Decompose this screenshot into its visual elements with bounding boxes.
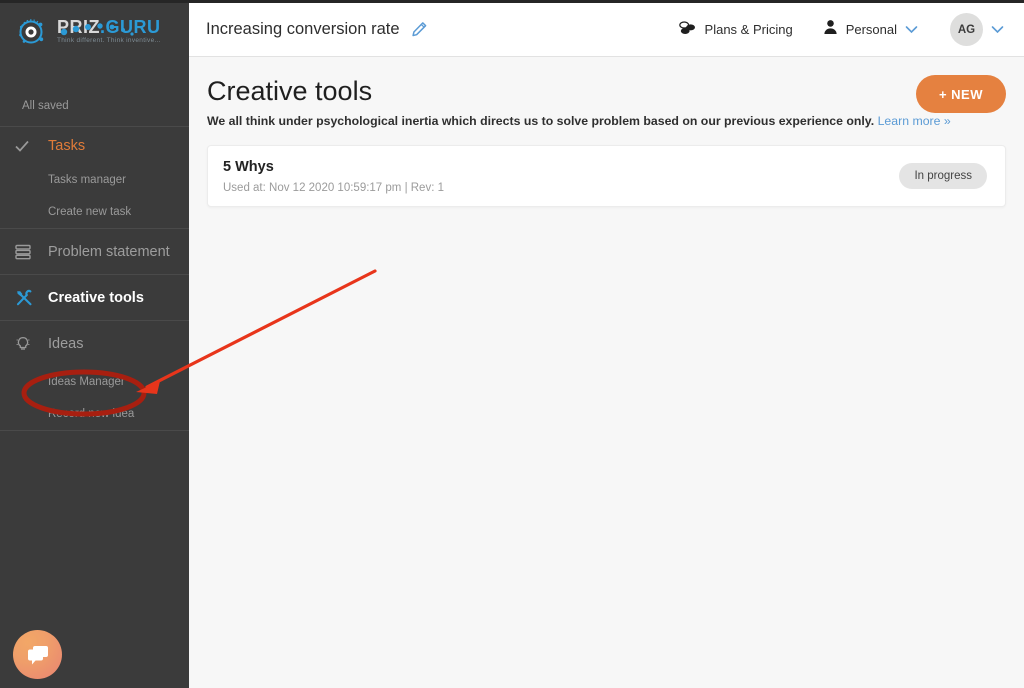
new-button[interactable]: + NEW — [915, 75, 1006, 113]
main-content: Creative tools We all think under psycho… — [189, 57, 1024, 688]
content-description: We all think under psychological inertia… — [207, 114, 1006, 128]
divider — [0, 430, 189, 431]
sidebar-group-problem-statement: Problem statement — [0, 229, 189, 274]
status-badge: In progress — [899, 163, 987, 189]
coins-icon — [678, 19, 697, 41]
check-icon — [14, 138, 42, 154]
sidebar: PRIZ.GURU Think different. Think inventi… — [0, 3, 189, 688]
plans-and-pricing-label: Plans & Pricing — [704, 22, 793, 37]
app-root: PRIZ.GURU Think different. Think inventi… — [0, 0, 1024, 688]
sidebar-item-ideas[interactable]: Ideas — [0, 321, 189, 366]
learn-more-link[interactable]: Learn more » — [878, 114, 951, 128]
list-item[interactable]: 5 Whys Used at: Nov 12 2020 10:59:17 pm … — [207, 145, 1006, 207]
sidebar-subitem-tasks-manager[interactable]: Tasks manager — [0, 164, 189, 196]
sidebar-item-tasks[interactable]: Tasks — [0, 127, 189, 164]
sidebar-item-problem-statement[interactable]: Problem statement — [0, 229, 189, 274]
content-title: Creative tools — [207, 76, 373, 106]
sidebar-item-creative-tools-label: Creative tools — [48, 289, 144, 306]
content-description-text: We all think under psychological inertia… — [207, 114, 875, 128]
priz-target-logo-icon — [17, 15, 51, 49]
sidebar-item-ideas-label: Ideas — [48, 335, 84, 352]
chevron-down-icon — [991, 21, 1004, 39]
person-icon — [823, 19, 838, 40]
account-label: Personal — [845, 22, 897, 37]
user-menu[interactable]: AG — [950, 13, 1004, 46]
account-selector[interactable]: Personal — [823, 19, 918, 40]
avatar[interactable]: AG — [950, 13, 983, 46]
sidebar-subitem-ideas-manager[interactable]: Ideas Manager — [0, 366, 189, 398]
plans-and-pricing-button[interactable]: Plans & Pricing — [678, 19, 793, 41]
top-header: Increasing conversion rate Plans & Prici… — [189, 3, 1024, 57]
sidebar-group-ideas: Ideas Ideas Manager Record new idea — [0, 321, 189, 430]
pencil-icon[interactable] — [411, 21, 428, 38]
sidebar-group-creative-tools: Creative tools — [0, 275, 189, 320]
sidebar-item-problem-statement-label: Problem statement — [48, 243, 170, 260]
header-actions: Plans & Pricing Personal AG — [648, 13, 1024, 46]
tools-list: 5 Whys Used at: Nov 12 2020 10:59:17 pm … — [189, 128, 1024, 207]
tools-icon — [14, 288, 42, 308]
chat-bubble-icon[interactable] — [13, 630, 62, 679]
sidebar-subitem-record-new-idea[interactable]: Record new idea — [0, 398, 189, 430]
page-title: Increasing conversion rate — [206, 20, 400, 38]
sidebar-item-creative-tools[interactable]: Creative tools — [0, 275, 189, 320]
tool-title: 5 Whys — [223, 158, 274, 175]
page-header: Creative tools We all think under psycho… — [189, 57, 1024, 128]
brand-tagline: Think different. Think inventive... — [57, 37, 161, 45]
browser-top-strip — [0, 0, 1024, 3]
sidebar-subitem-create-new-task[interactable]: Create new task — [0, 196, 189, 228]
logo-dots-decoration — [60, 23, 134, 36]
layers-icon — [14, 243, 42, 261]
chevron-down-icon — [905, 21, 918, 39]
save-status-label: All saved — [22, 100, 69, 112]
sidebar-group-tasks: Tasks Tasks manager Create new task — [0, 127, 189, 228]
tool-meta: Used at: Nov 12 2020 10:59:17 pm | Rev: … — [223, 181, 444, 194]
lightbulb-icon — [14, 335, 42, 353]
list-item-body: 5 Whys Used at: Nov 12 2020 10:59:17 pm … — [223, 158, 899, 195]
sidebar-item-tasks-label: Tasks — [48, 137, 86, 154]
